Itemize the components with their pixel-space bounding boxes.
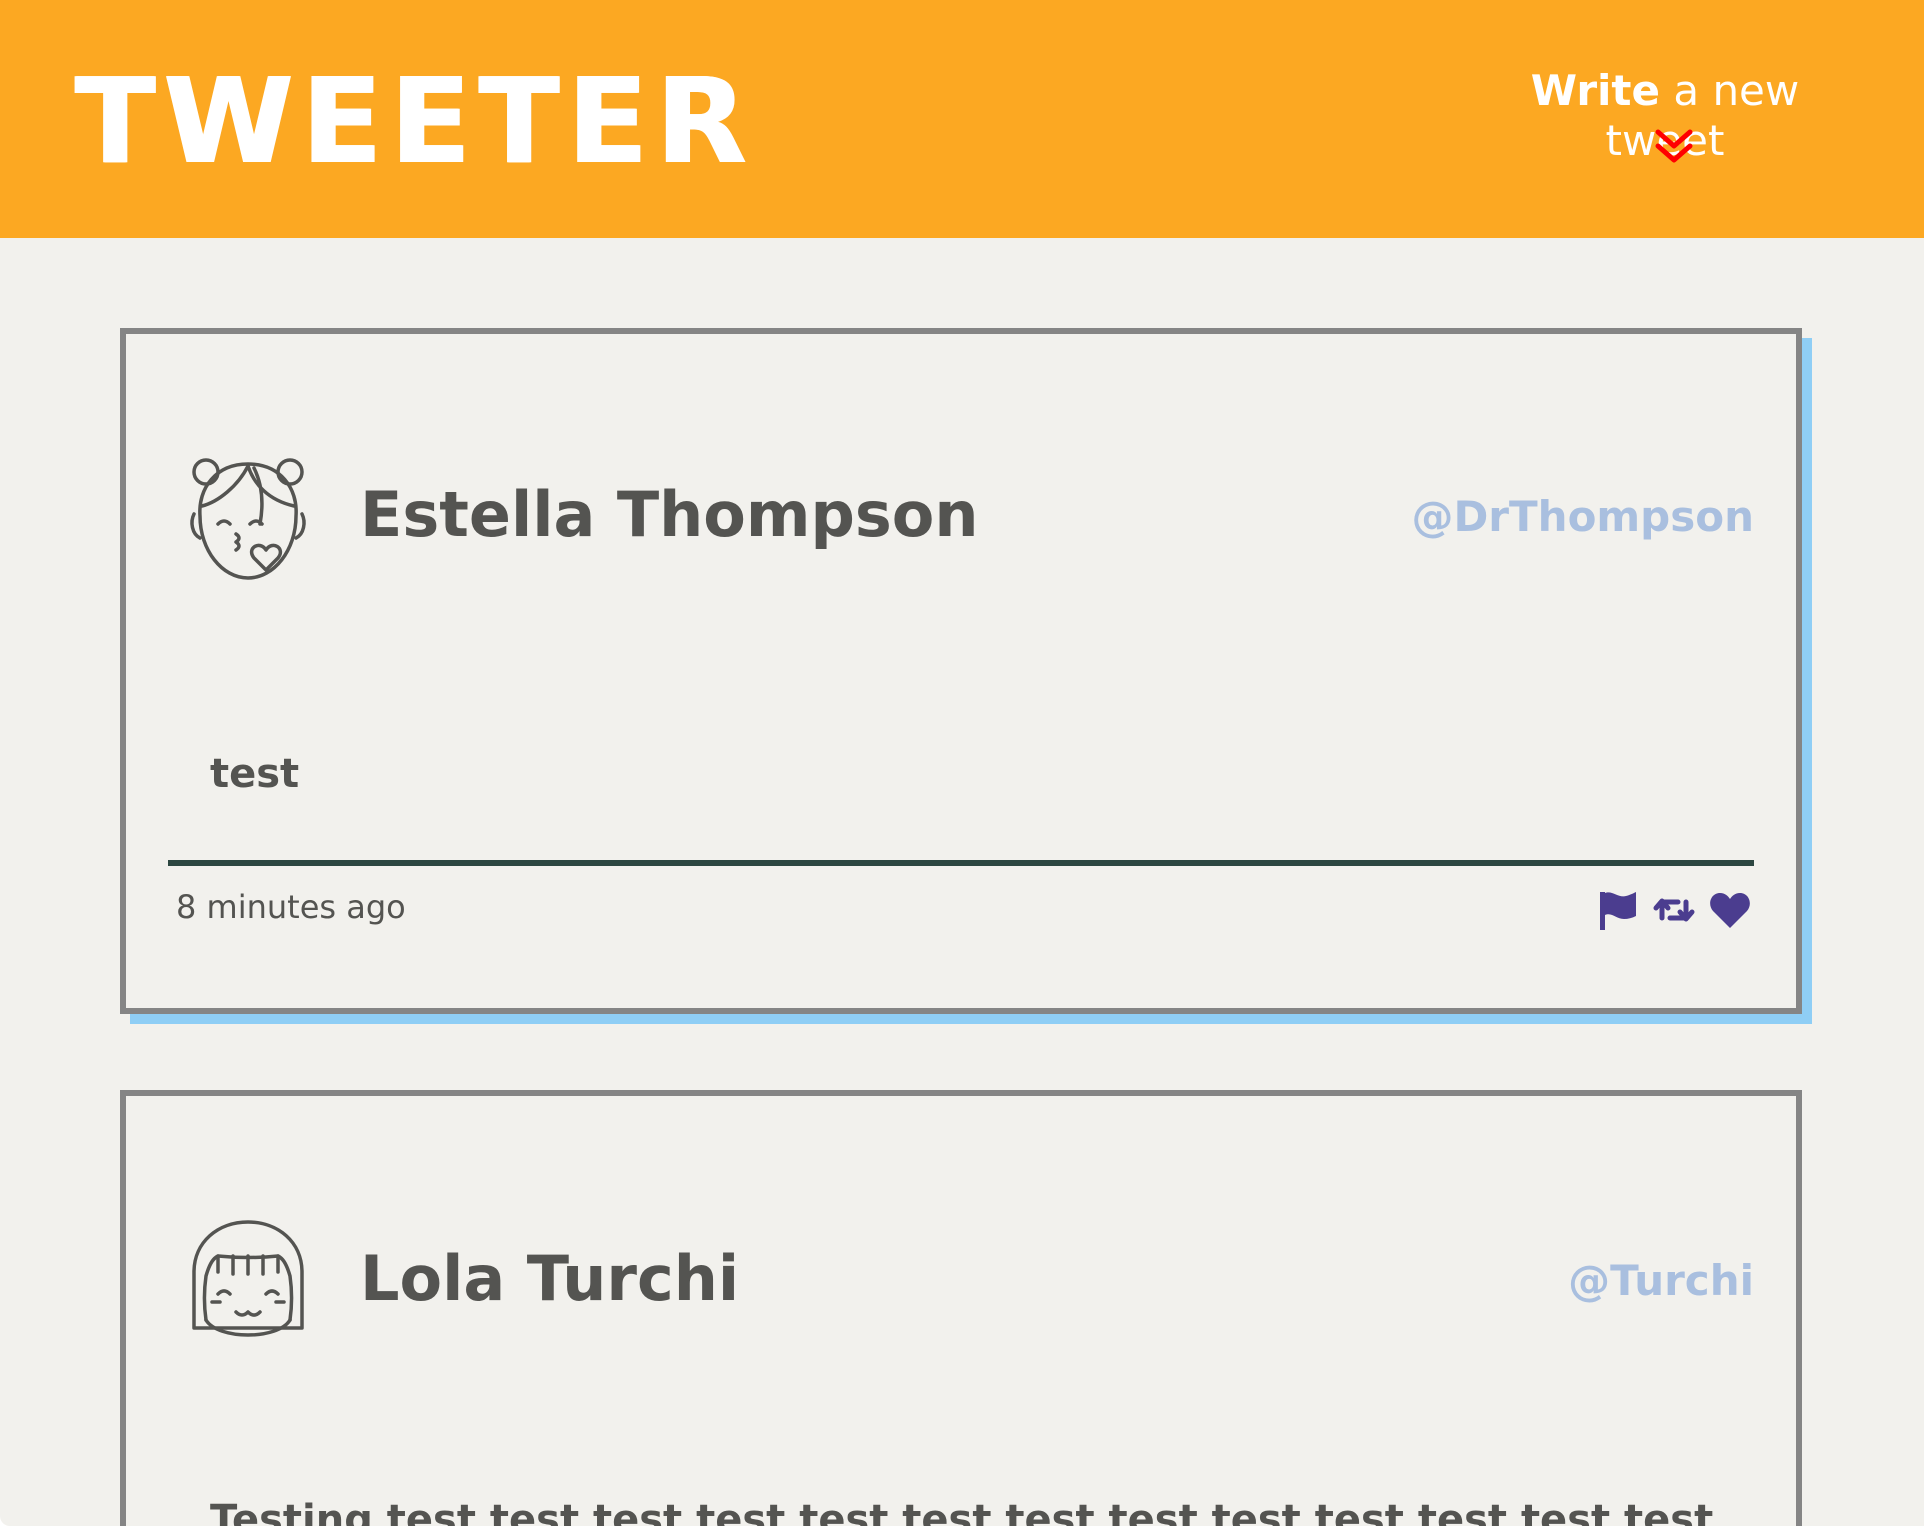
tweet-divider xyxy=(168,860,1754,866)
tweet-author-name: Lola Turchi xyxy=(360,1242,740,1315)
double-chevron-down-icon[interactable] xyxy=(1652,126,1696,170)
tweet-content: Testing test test test test test test te… xyxy=(210,1497,1714,1526)
brand-logo: TWEETER xyxy=(74,52,754,190)
tweet-author-name: Estella Thompson xyxy=(360,478,979,551)
flag-icon[interactable] xyxy=(1596,888,1640,932)
app-window: TWEETER Write a new tweet Estella Thomps… xyxy=(0,0,1924,1526)
heart-icon[interactable] xyxy=(1708,888,1752,932)
tweet-content: test xyxy=(210,751,300,797)
top-navbar: TWEETER Write a new tweet xyxy=(0,0,1924,238)
tweet-actions xyxy=(1596,888,1752,932)
tweet-author-handle[interactable]: @DrThompson xyxy=(1411,496,1754,538)
compose-label-strong: Write xyxy=(1530,66,1660,115)
tweet-timestamp: 8 minutes ago xyxy=(176,888,406,926)
girl-kiss-avatar-icon xyxy=(188,454,308,584)
girl-smile-avatar-icon xyxy=(188,1216,308,1346)
tweet-card: Estella Thompson @DrThompson test 8 minu… xyxy=(120,328,1802,1014)
tweet-card: Lola Turchi @Turchi Testing test test te… xyxy=(120,1090,1802,1526)
retweet-icon[interactable] xyxy=(1652,888,1696,932)
tweet-author-handle[interactable]: @Turchi xyxy=(1568,1260,1754,1302)
